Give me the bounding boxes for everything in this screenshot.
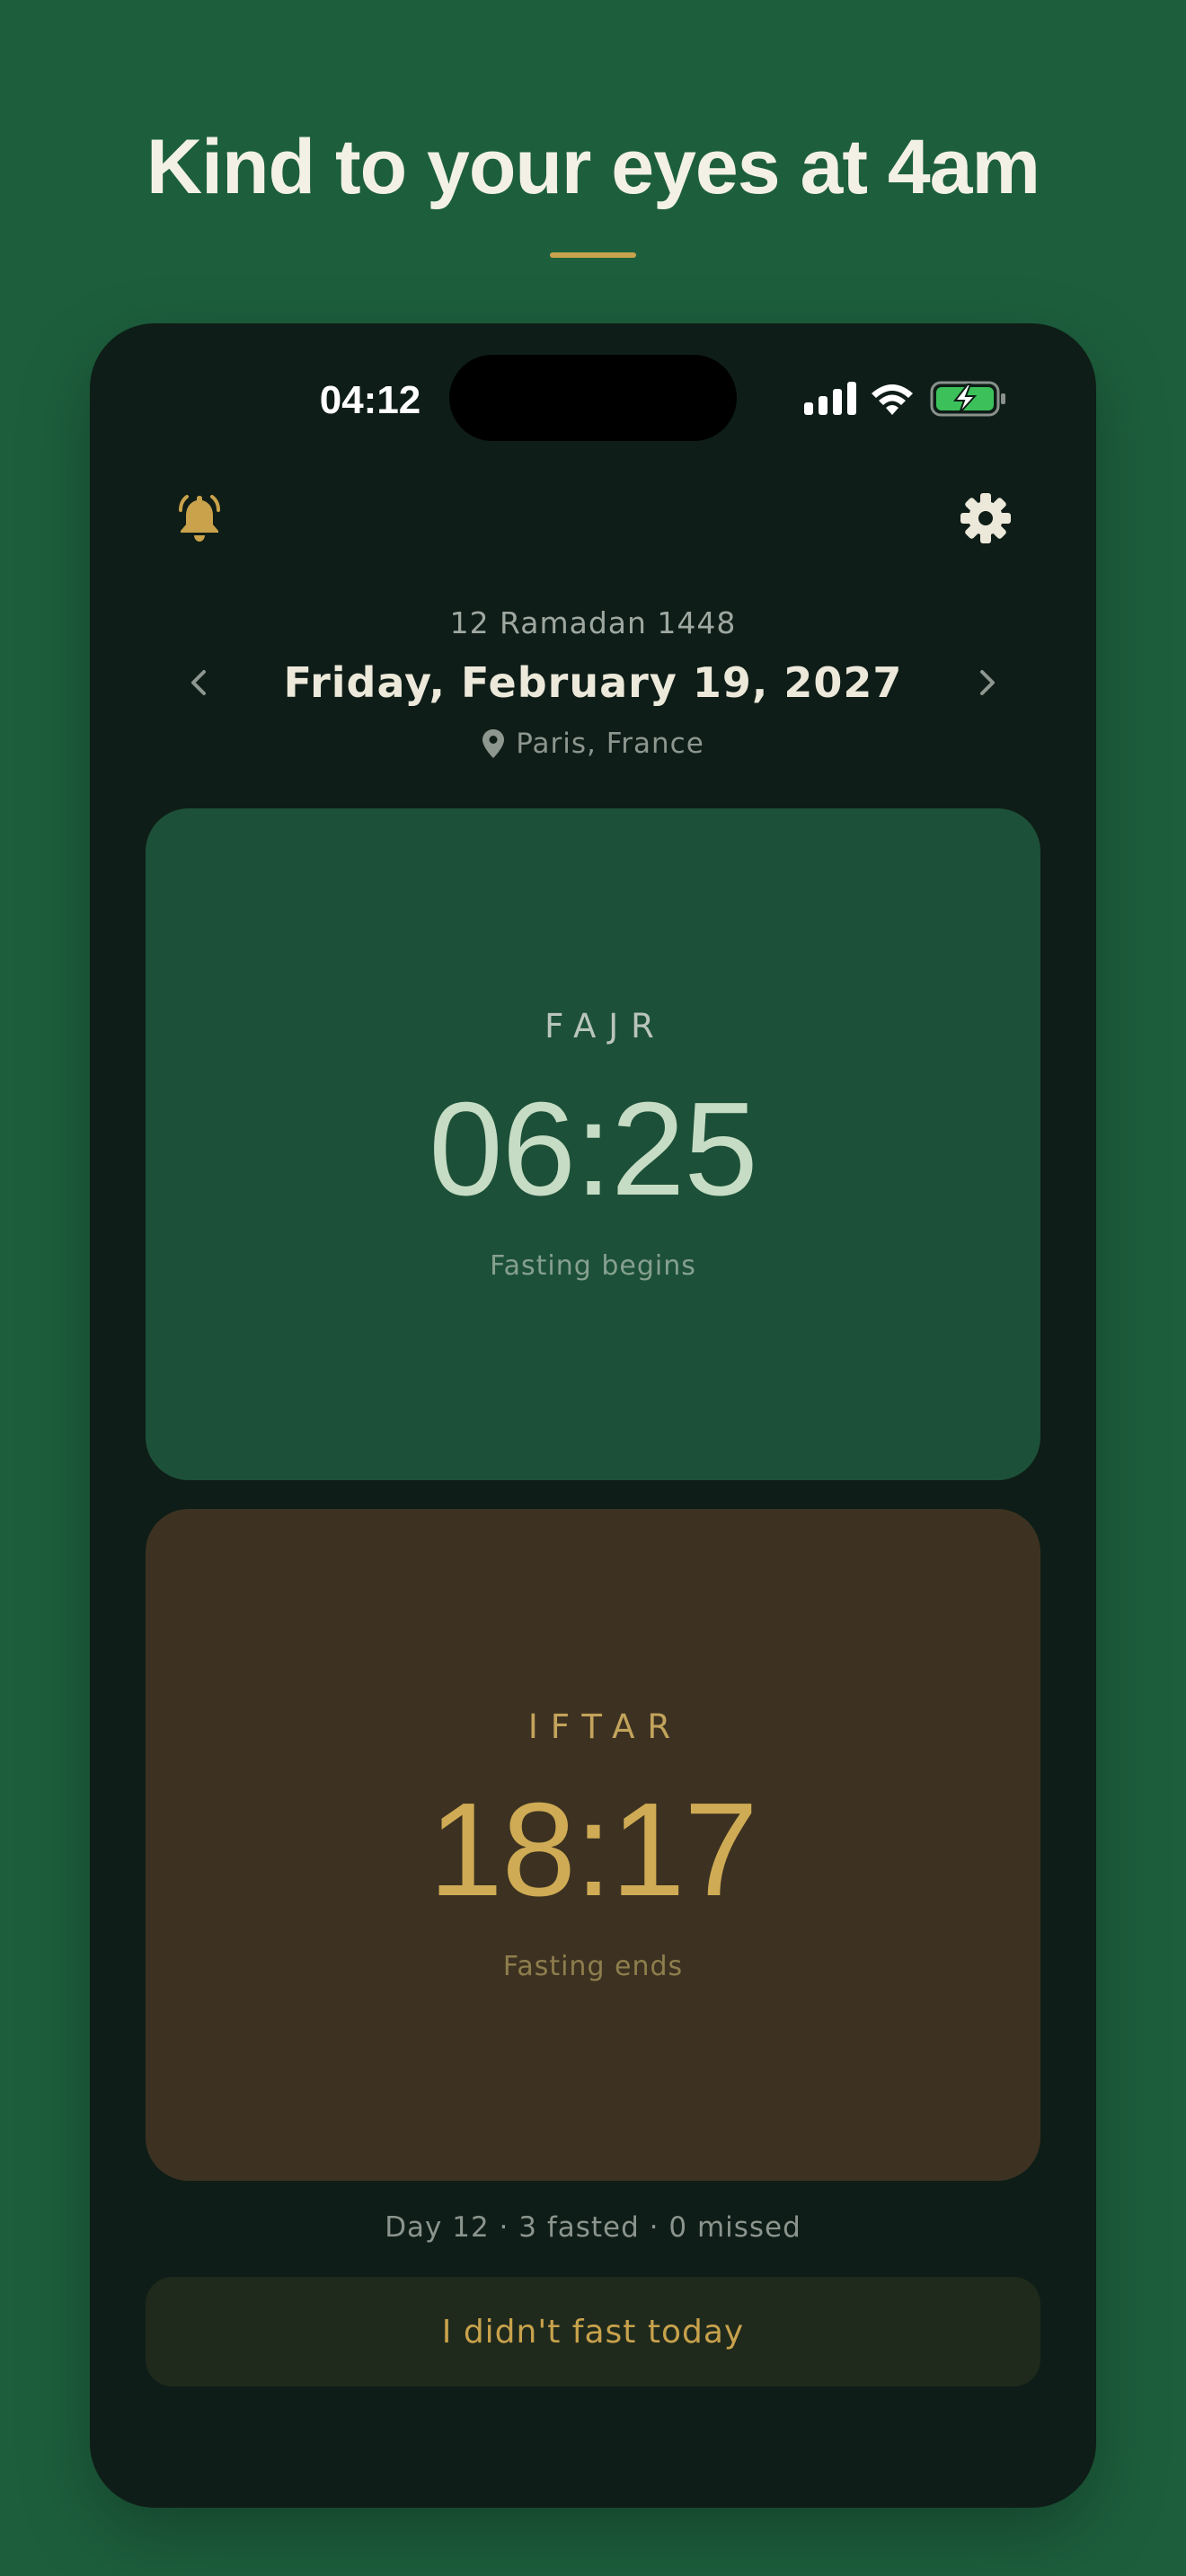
dynamic-island [449, 355, 737, 441]
battery-charging-icon [930, 381, 1005, 417]
iftar-card: IFTAR 18:17 Fasting ends [146, 1509, 1040, 2181]
location-pin-icon [482, 729, 505, 758]
chevron-right-icon[interactable] [961, 657, 1012, 708]
fajr-subtitle: Fasting begins [490, 1250, 696, 1282]
marketing-headline: Kind to your eyes at 4am [146, 124, 1040, 210]
gregorian-date: Friday, February 19, 2027 [283, 658, 903, 707]
wifi-icon [872, 384, 913, 415]
bell-icon[interactable] [173, 490, 226, 544]
hijri-date: 12 Ramadan 1448 [449, 605, 737, 640]
phone-frame: 04:12 12 Ramadan 1448 Friday, February 1… [90, 323, 1096, 2508]
iftar-label: IFTAR [527, 1707, 684, 1746]
location-label: Paris, France [516, 728, 704, 760]
fasting-stats: Day 12 · 3 fasted · 0 missed [385, 2211, 801, 2244]
cellular-signal-icon [804, 382, 856, 415]
iftar-time: 18:17 [429, 1776, 757, 1924]
headline-underline [550, 252, 636, 258]
fajr-label: FAJR [544, 1007, 667, 1045]
fajr-time: 06:25 [429, 1075, 757, 1223]
fajr-card: FAJR 06:25 Fasting begins [146, 808, 1040, 1480]
didnt-fast-button[interactable]: I didn't fast today [146, 2277, 1040, 2386]
location[interactable]: Paris, France [90, 722, 1096, 765]
iftar-subtitle: Fasting ends [502, 1951, 684, 1982]
gear-icon[interactable] [960, 492, 1012, 544]
